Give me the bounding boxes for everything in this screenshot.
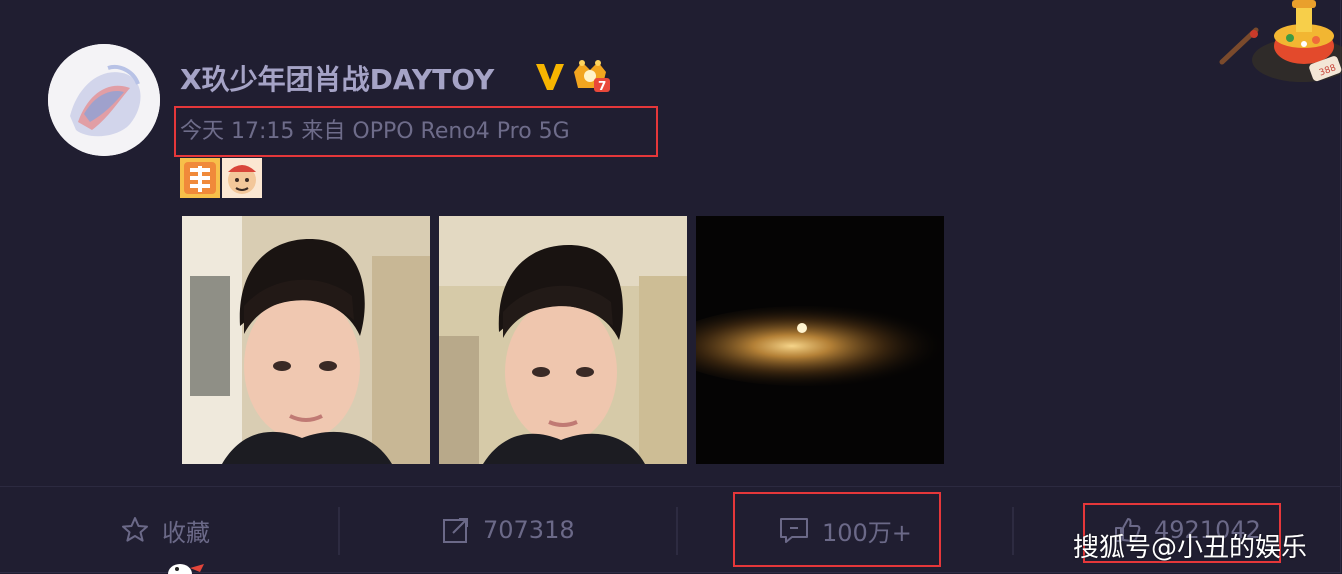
comment-count: 100万+ [822, 518, 912, 547]
verified-v-icon [536, 64, 564, 90]
emoji-row [180, 158, 262, 198]
sohu-watermark: 搜狐号@小丑的娱乐 [1073, 533, 1308, 563]
action-bar-divider [0, 486, 1341, 487]
selfie-photo-1[interactable] [182, 216, 430, 464]
repost-button[interactable]: 707318 [441, 510, 575, 550]
star-icon [122, 517, 148, 542]
action-separator [676, 507, 678, 555]
avatar-art-icon [48, 44, 160, 156]
post-source: 来自 OPPO Reno4 Pro 5G [301, 119, 570, 144]
selfie-photo-2[interactable] [439, 216, 687, 464]
member-level: 7 [598, 79, 606, 93]
night-light-image [696, 216, 944, 464]
night-light-photo[interactable] [696, 216, 944, 464]
mascot-sticker-icon [222, 158, 262, 198]
member-crown-icon[interactable]: 7 [570, 58, 612, 94]
username[interactable]: X玖少年团肖战DAYTOY [180, 58, 494, 98]
hotpot-decoration-icon: 388 [1219, 0, 1342, 82]
repost-count: 707318 [483, 516, 575, 544]
action-separator [338, 507, 340, 555]
favorite-button[interactable]: 收藏 [120, 510, 210, 550]
action-separator [1012, 507, 1014, 555]
post-meta: 今天 17:15 来自 OPPO Reno4 Pro 5G [180, 113, 570, 145]
comment-button[interactable]: 100万+ [778, 510, 912, 550]
mascot-peek-icon [168, 564, 204, 574]
selfie-image-1 [182, 216, 430, 464]
favorite-label: 收藏 [162, 518, 210, 547]
weibo-post-card: 388 X玖少年团肖战DAYTOY 7 今天 17:15 来自 OPPO Ren… [0, 0, 1342, 574]
zan-sticker-icon [180, 158, 220, 198]
comment-icon [780, 518, 808, 543]
repost-icon [443, 518, 468, 543]
avatar[interactable] [48, 44, 160, 156]
post-timestamp[interactable]: 今天 17:15 [180, 119, 294, 144]
selfie-image-2 [439, 216, 687, 464]
